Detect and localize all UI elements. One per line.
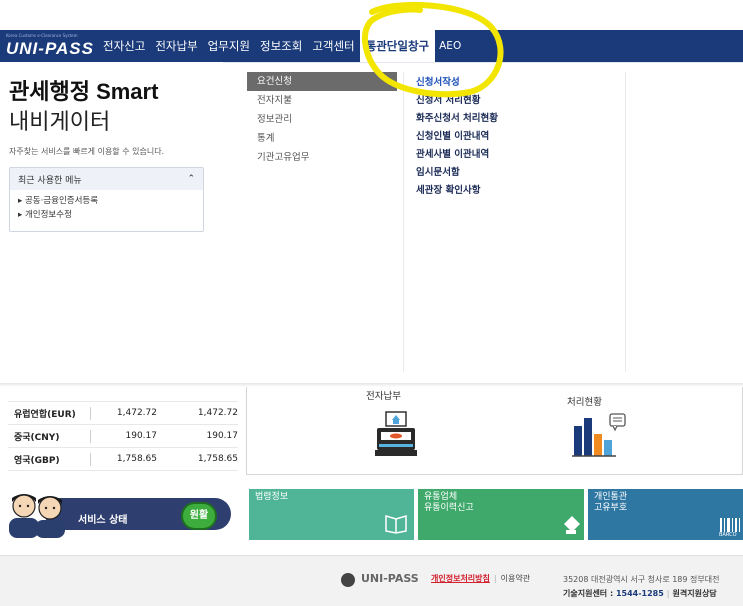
nav-single-window[interactable]: 통관단일창구: [359, 30, 436, 62]
rate-value: 1,472.72: [116, 408, 157, 418]
barcode-icon: [720, 518, 740, 532]
recent-menu-list: ▸ 공동·금융인증서등록 ▸ 개인정보수정: [10, 190, 203, 226]
footer-links: 개인정보처리방침 | 이용약관: [431, 574, 531, 583]
nav-info-lookup[interactable]: 정보조회: [260, 38, 302, 54]
top-navigation-bar: Korea Customs e-Clearance System UNI-PAS…: [0, 30, 743, 62]
menu-customs-confirmation[interactable]: 세관장 확인사항: [416, 182, 626, 200]
submenu-info-management[interactable]: 정보관리: [247, 110, 397, 129]
navigator-subtitle: 내비게이터: [9, 109, 111, 134]
nav-e-payment[interactable]: 전자납부: [155, 38, 197, 54]
currency-name: 유럽연합(EUR): [8, 406, 91, 420]
submenu-statistics[interactable]: 통계: [247, 129, 397, 148]
service-status-label[interactable]: 처리현황: [567, 397, 602, 408]
footer: UNI-PASS 개인정보처리방침 | 이용약관 35208 대전광역시 서구 청사…: [0, 555, 743, 606]
mascot-icon: [9, 494, 65, 538]
mega-menu-dropdown: 요건신청 전자지불 정보관리 통계 기관고유업무 신청서작성 신청서 처리현황 …: [223, 62, 743, 384]
rate-value: 190.17: [125, 431, 158, 441]
help-center-label: 기술지원센터 :: [563, 589, 616, 598]
navigator-title: 관세행정 Smart: [9, 79, 159, 104]
menu-divider: [403, 72, 404, 372]
table-row: [8, 392, 238, 402]
footer-address: 35208 대전광역시 서구 청사로 189 정부대전: [563, 575, 720, 584]
logo-tagline: Korea Customs e-Clearance System: [6, 33, 78, 38]
chevron-up-icon[interactable]: ⌃: [187, 174, 195, 184]
service-status-label: 서비스 상태: [78, 515, 128, 526]
rate-value: 1,472.72: [197, 408, 238, 418]
tag-icon: [564, 516, 580, 534]
footer-brand: UNI-PASS: [361, 572, 419, 585]
payment-terminal-icon[interactable]: [373, 410, 421, 460]
unipass-logo[interactable]: UNI-PASS: [6, 39, 94, 59]
tile-label-line2: 유통이력신고: [424, 503, 474, 513]
tile-label-line1: 개인통관: [594, 492, 628, 502]
book-icon: [385, 514, 407, 534]
nav-aeo[interactable]: AEO: [439, 40, 461, 52]
service-e-payment-label[interactable]: 전자납부: [366, 391, 401, 402]
tile-label-line2: 고유부호: [594, 503, 628, 513]
submenu-level2: 요건신청 전자지불 정보관리 통계 기관고유업무: [247, 72, 397, 167]
terms-link[interactable]: 이용약관: [501, 574, 530, 583]
rate-value: 190.17: [206, 431, 239, 441]
rate-value: 1,758.65: [197, 454, 238, 464]
menu-temp-documents[interactable]: 임시문서함: [416, 164, 626, 182]
recent-menu-box: 최근 사용한 메뉴 ⌃ ▸ 공동·금융인증서등록 ▸ 개인정보수정: [9, 167, 204, 232]
menu-transfer-by-applicant[interactable]: 신청인별 이관내역: [416, 128, 626, 146]
footer-help: 기술지원센터 : 1544-1285 | 원격지원상담: [563, 589, 717, 598]
status-badge: 원활: [181, 502, 217, 530]
help-center-number: 1544-1285: [615, 589, 664, 598]
nav-business-support[interactable]: 업무지원: [208, 38, 250, 54]
recent-menu-header[interactable]: 최근 사용한 메뉴 ⌃: [10, 168, 203, 190]
recent-menu-title: 최근 사용한 메뉴: [18, 175, 82, 186]
main-nav: 전자신고 전자납부 업무지원 정보조회 고객센터 통관단일창구 AEO: [103, 30, 471, 62]
service-shortcuts-panel: [246, 387, 743, 475]
submenu-requirement-application[interactable]: 요건신청: [247, 72, 397, 91]
exchange-rate-table: 유럽연합(EUR) 1,472.72 1,472.72 중국(CNY) 190.…: [8, 392, 238, 471]
tile-label: 법령정보: [255, 492, 289, 502]
nav-customer-center[interactable]: 고객센터: [312, 38, 354, 54]
government-emblem-icon: [341, 573, 355, 587]
currency-name: 중국(CNY): [8, 429, 91, 443]
rate-value: 1,758.65: [116, 454, 157, 464]
remote-support-link[interactable]: 원격지원상담: [673, 589, 717, 598]
status-chart-icon[interactable]: [572, 412, 628, 458]
menu-create-application[interactable]: 신청서작성: [416, 74, 626, 92]
recent-menu-item[interactable]: ▸ 공동·금융인증서등록: [18, 194, 195, 208]
table-row: 유럽연합(EUR) 1,472.72 1,472.72: [8, 402, 238, 425]
menu-application-status[interactable]: 신청서 처리현황: [416, 92, 626, 110]
submenu-agency-tasks[interactable]: 기관고유업무: [247, 148, 397, 167]
menu-divider: [625, 72, 626, 372]
menu-transfer-by-broker[interactable]: 관세사별 이관내역: [416, 146, 626, 164]
tile-label-line1: 유통업체: [424, 492, 458, 502]
navigator-description: 자주찾는 서비스를 빠르게 이용할 수 있습니다.: [9, 147, 165, 156]
recent-menu-item[interactable]: ▸ 개인정보수정: [18, 208, 195, 222]
table-row: 중국(CNY) 190.17 190.17: [8, 425, 238, 448]
menu-shipper-application-status[interactable]: 화주신청서 처리현황: [416, 110, 626, 128]
barcode-tag: BARCO: [719, 532, 737, 538]
submenu-level3: 신청서작성 신청서 처리현황 화주신청서 처리현황 신청인별 이관내역 관세사별…: [416, 74, 626, 200]
nav-e-filing[interactable]: 전자신고: [103, 38, 145, 54]
table-row: 영국(GBP) 1,758.65 1,758.65: [8, 448, 238, 471]
currency-name: 영국(GBP): [8, 452, 91, 466]
submenu-e-payment[interactable]: 전자지불: [247, 91, 397, 110]
privacy-policy-link[interactable]: 개인정보처리방침: [431, 574, 490, 583]
